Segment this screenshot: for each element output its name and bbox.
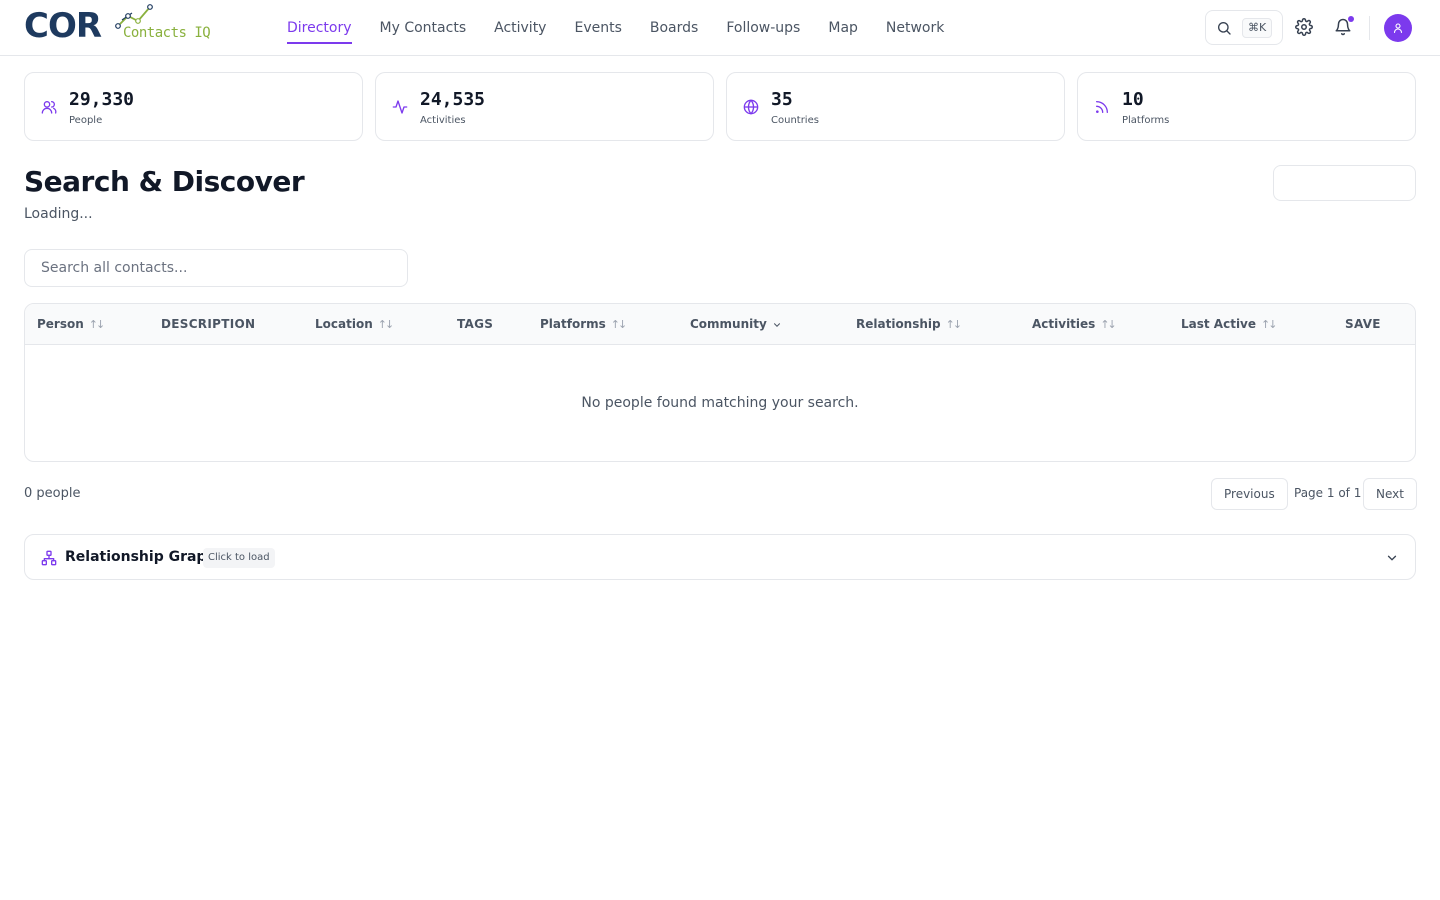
column-label: Last Active xyxy=(1181,317,1257,331)
column-relationship[interactable]: Relationship ↑↓ xyxy=(856,304,963,345)
previous-page-button[interactable]: Previous xyxy=(1211,478,1288,510)
graph-title: Relationship Graph xyxy=(65,549,217,565)
column-activities[interactable]: Activities ↑↓ xyxy=(1032,304,1117,345)
column-label: SAVE xyxy=(1345,317,1381,331)
stat-label: People xyxy=(69,115,103,126)
brand-subtitle: Contacts IQ xyxy=(123,25,211,41)
chevron-down-icon[interactable] xyxy=(1385,551,1399,565)
nav-activity[interactable]: Activity xyxy=(494,0,546,56)
column-label: Relationship xyxy=(856,317,941,331)
column-person[interactable]: Person ↑↓ xyxy=(37,304,106,345)
column-location[interactable]: Location ↑↓ xyxy=(315,304,395,345)
sort-icon: ↑↓ xyxy=(377,318,395,331)
user-icon xyxy=(1393,23,1403,34)
stat-value: 29,330 xyxy=(69,89,135,110)
settings-button[interactable] xyxy=(1295,18,1315,38)
column-tags: TAGS xyxy=(457,304,493,345)
nav-map[interactable]: Map xyxy=(828,0,858,56)
graph-load-badge: Click to load xyxy=(203,548,275,568)
table-header: Person ↑↓ DESCRIPTION Location ↑↓ TAGS Pla… xyxy=(25,304,1415,345)
shortcut-hint: ⌘K xyxy=(1242,18,1273,38)
command-search-button[interactable]: ⌘K xyxy=(1205,10,1283,45)
stat-card-activities: 24,535 Activities xyxy=(375,72,714,141)
activity-icon xyxy=(392,100,408,114)
stat-label: Platforms xyxy=(1122,115,1170,126)
column-last-active[interactable]: Last Active ↑↓ xyxy=(1181,304,1278,345)
stat-card-countries: 35 Countries xyxy=(726,72,1065,141)
stat-value: 24,535 xyxy=(420,89,486,110)
column-label: Community xyxy=(690,317,767,331)
brand-logo[interactable]: COR Contacts IQ xyxy=(24,4,214,48)
column-label: Location xyxy=(315,317,373,331)
page-indicator: Page 1 of 1 xyxy=(1294,486,1362,500)
rss-icon xyxy=(1096,101,1108,113)
column-label: Activities xyxy=(1032,317,1096,331)
nav-follow-ups[interactable]: Follow-ups xyxy=(726,0,800,56)
sort-icon: ↑↓ xyxy=(1261,318,1278,331)
nav-directory[interactable]: Directory xyxy=(287,0,352,56)
stat-label: Activities xyxy=(420,115,466,126)
next-page-button[interactable]: Next xyxy=(1363,478,1417,510)
notification-dot xyxy=(1348,16,1354,22)
relationship-graph-panel[interactable]: Relationship Graph Click to load xyxy=(24,534,1416,580)
notifications-button[interactable] xyxy=(1334,16,1354,38)
globe-icon xyxy=(743,99,759,115)
stat-value: 35 xyxy=(771,89,793,110)
nav-boards[interactable]: Boards xyxy=(650,0,698,56)
stat-value: 10 xyxy=(1122,89,1144,110)
nav-network[interactable]: Network xyxy=(886,0,944,56)
empty-state-message: No people found matching your search. xyxy=(581,395,859,411)
sort-icon: ↑↓ xyxy=(945,318,963,331)
search-icon xyxy=(1218,22,1231,35)
stat-card-platforms: 10 Platforms xyxy=(1077,72,1416,141)
top-header: COR Contacts IQ Directory My Contacts Ac… xyxy=(0,0,1440,56)
column-save: SAVE xyxy=(1345,304,1381,345)
sort-icon: ↑↓ xyxy=(1100,318,1117,331)
stat-label: Countries xyxy=(771,115,819,126)
sort-icon: ↑↓ xyxy=(610,318,628,331)
nav-events[interactable]: Events xyxy=(574,0,621,56)
column-label: TAGS xyxy=(457,317,494,331)
column-platforms[interactable]: Platforms ↑↓ xyxy=(540,304,628,345)
chevron-down-icon xyxy=(773,322,780,327)
result-count: 0 people xyxy=(24,486,81,501)
column-label: Person xyxy=(37,317,84,331)
network-icon xyxy=(41,550,57,566)
column-community[interactable]: Community xyxy=(690,304,782,345)
stat-card-people: 29,330 People xyxy=(24,72,363,141)
page-title: Search & Discover xyxy=(24,165,305,198)
loading-status: Loading... xyxy=(24,206,93,222)
gear-icon xyxy=(1295,18,1313,36)
brand-name: COR xyxy=(24,6,102,46)
main-nav: Directory My Contacts Activity Events Bo… xyxy=(287,0,972,56)
user-avatar-button[interactable] xyxy=(1384,14,1412,42)
people-table: Person ↑↓ DESCRIPTION Location ↑↓ TAGS Pla… xyxy=(24,303,1416,462)
header-divider xyxy=(1369,16,1370,40)
search-input[interactable] xyxy=(24,249,408,287)
users-icon xyxy=(41,101,57,114)
column-description: DESCRIPTION xyxy=(161,304,255,345)
nav-my-contacts[interactable]: My Contacts xyxy=(380,0,467,56)
sort-icon: ↑↓ xyxy=(88,318,106,331)
column-label: DESCRIPTION xyxy=(161,317,256,331)
view-control-placeholder[interactable] xyxy=(1273,165,1416,201)
column-label: Platforms xyxy=(540,317,606,331)
